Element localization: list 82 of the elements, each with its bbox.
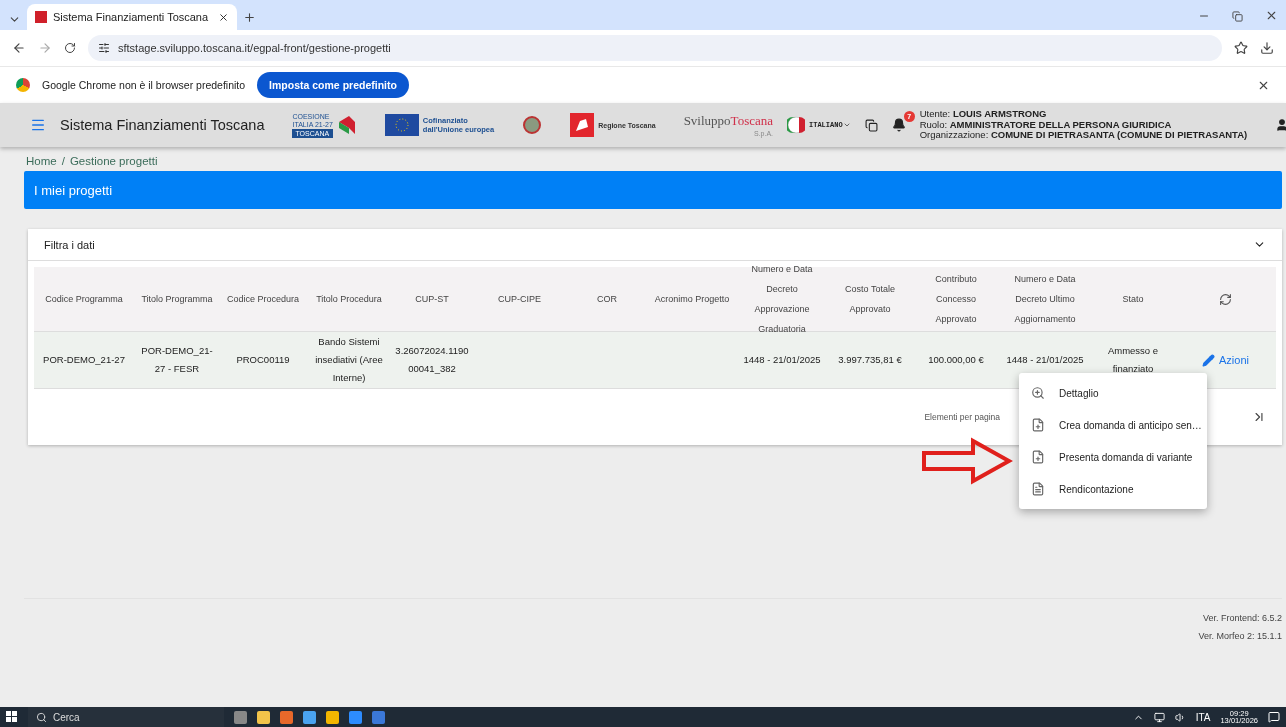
user-info-text: Organizzazione: COMUNE DI PIETRASANTA (COMUNE DI PIETRASANTA) xyxy=(919,130,1248,141)
url-text: sftstage.sviluppo.toscana.it/egpal-front/gestione-progetti xyxy=(118,42,391,54)
search-icon xyxy=(36,711,47,723)
actions-button[interactable]: Azioni xyxy=(1196,352,1255,368)
pencil-icon xyxy=(1202,353,1215,367)
address-bar[interactable]: sftstage.sviluppo.toscana.it/egpal-front/gestione-progetti xyxy=(88,35,1222,61)
windows-icon[interactable] xyxy=(864,118,878,132)
user-button[interactable] xyxy=(1275,118,1286,132)
table-cell: Bando Sistemi insediativi (Aree Interne) xyxy=(306,332,392,389)
logo-text: SviluppoToscana xyxy=(683,113,773,129)
app-icon[interactable] xyxy=(303,710,316,724)
bell-icon xyxy=(891,118,906,132)
restore-button[interactable] xyxy=(1232,11,1243,22)
column-header: Numero e Data Decreto Approvazione Graduatoria xyxy=(737,267,827,332)
table-cell: 3.26072024.119000041_382 xyxy=(392,332,472,389)
column-header: Titolo Programma xyxy=(134,267,220,332)
flag-arrow-icon xyxy=(336,114,357,136)
download-button[interactable] xyxy=(1260,41,1274,55)
file-plus-icon xyxy=(1031,450,1045,464)
document-icon xyxy=(1031,482,1045,496)
zoom-icon xyxy=(1031,386,1045,400)
breadcrumb-link[interactable]: Home xyxy=(26,155,57,167)
bookmark-button[interactable] xyxy=(1234,41,1248,55)
breadcrumb-separator: / xyxy=(61,155,65,167)
file-plus-icon xyxy=(1031,418,1045,432)
regione-logo-icon xyxy=(570,113,595,137)
column-header: Acronimo Progetto xyxy=(647,267,737,332)
page-title-banner: I miei progetti xyxy=(24,171,1282,209)
column-header: Costo Totale Approvato xyxy=(827,267,913,332)
back-button[interactable] xyxy=(12,41,26,55)
eu-flag-icon xyxy=(384,114,419,136)
column-header: Codice Programma xyxy=(34,267,134,332)
table-cell: POR-DEMO_21-27 - FESR xyxy=(134,332,220,389)
menu-item[interactable]: Crea domanda di anticipo sen… xyxy=(1019,409,1207,441)
reload-button[interactable] xyxy=(64,42,76,54)
close-button[interactable] xyxy=(1265,9,1278,22)
taskbar-search[interactable]: Cerca xyxy=(28,707,224,727)
column-header: Contributo Concesso Approvato xyxy=(913,267,999,332)
column-header: CUP-CIPE xyxy=(472,267,567,332)
table-cell: PROC00119 xyxy=(220,332,306,389)
windows-start-icon xyxy=(6,711,18,723)
menu-item[interactable]: Rendicontazione xyxy=(1019,473,1207,505)
column-header: COR xyxy=(567,267,647,332)
column-header: Titolo Procedura xyxy=(306,267,392,332)
table-cell: 100.000,00 € xyxy=(913,332,999,389)
infobar-text: Google Chrome non è il browser predefinito xyxy=(42,79,246,91)
column-header: Stato xyxy=(1091,267,1175,332)
notifications-button[interactable] xyxy=(891,118,906,132)
items-per-page-label: Elementi per pagina xyxy=(924,412,1000,422)
app-title: Sistema Finanziamenti Toscana xyxy=(60,117,265,133)
column-header: Codice Procedura xyxy=(220,267,306,332)
menu-button[interactable] xyxy=(30,117,46,133)
menu-item[interactable]: Presenta domanda di variante xyxy=(1019,441,1207,473)
last-page-button[interactable] xyxy=(1252,410,1266,424)
network-icon xyxy=(1153,711,1165,723)
filter-expander[interactable]: Filtra i dati xyxy=(28,229,1282,261)
close-icon xyxy=(218,11,229,23)
app-icon[interactable] xyxy=(372,710,385,724)
column-header: CUP-ST xyxy=(392,267,472,332)
browser-logo-icon xyxy=(16,78,30,92)
breadcrumb-current: Gestione progetti xyxy=(69,155,158,167)
caret-icon xyxy=(842,121,851,129)
favicon-icon xyxy=(35,11,47,23)
notifications-icon xyxy=(1268,711,1280,723)
version-text: Ver. Frontend: 6.5.2 xyxy=(1202,613,1282,623)
italy-flag-icon xyxy=(787,116,805,134)
new-tab-button[interactable] xyxy=(243,11,256,24)
browser-tab[interactable]: Sistema Finanziamenti Toscana xyxy=(27,4,237,30)
table-cell: 1448 - 21/01/2025 xyxy=(737,332,827,389)
user-info-text: Ruolo: AMMINISTRATORE DELLA PERSONA GIURIDICA xyxy=(919,119,1173,131)
menu-item[interactable]: Dettaglio xyxy=(1019,377,1207,409)
column-header: Numero e Data Decreto Ultimo Aggiornamento xyxy=(999,267,1091,332)
refresh-icon xyxy=(1219,292,1232,306)
version-text: Ver. Morfeo 2: 15.1.1 xyxy=(1198,631,1282,641)
user-info-text: Utente: LOUIS ARMSTRONG xyxy=(919,109,1048,120)
language-indicator: ITA xyxy=(1195,711,1211,723)
site-settings-icon xyxy=(98,42,110,54)
set-default-button[interactable]: Imposta come predefinito xyxy=(257,72,409,98)
emblem-icon xyxy=(522,114,543,136)
volume-icon xyxy=(1174,711,1186,723)
table-cell: 3.997.735,81 € xyxy=(827,332,913,389)
table-cell: POR-DEMO_21-27 xyxy=(34,332,134,389)
